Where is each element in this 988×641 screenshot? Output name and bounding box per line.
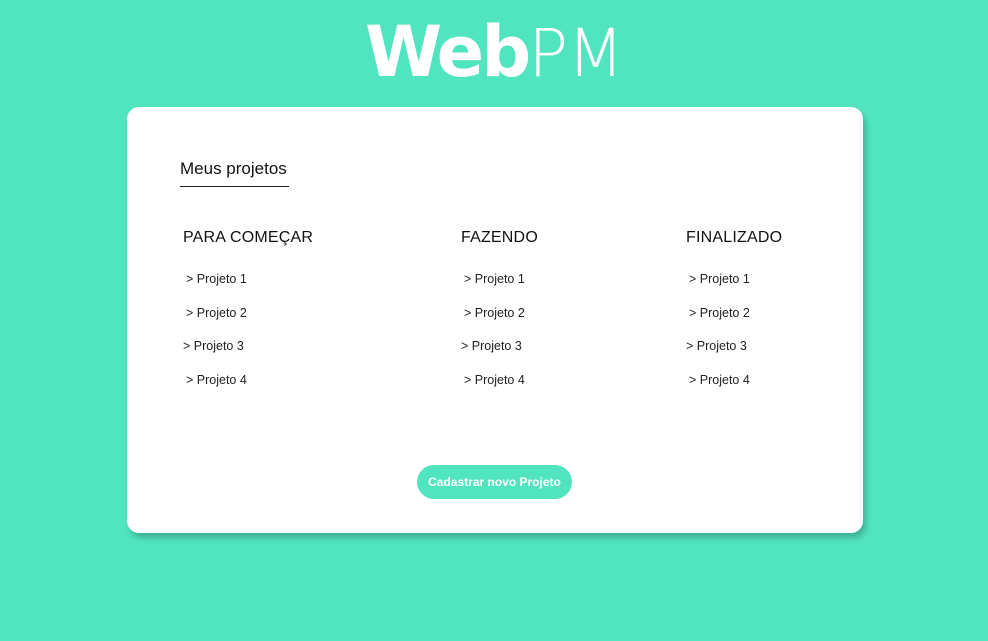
- project-item[interactable]: > Projeto 3: [183, 337, 313, 371]
- app-logo: WebPM: [0, 10, 988, 94]
- logo-light-text: PM: [528, 15, 624, 92]
- project-item[interactable]: > Projeto 4: [183, 371, 313, 405]
- section-title: Meus projetos: [180, 159, 289, 187]
- column-finished: FINALIZADO > Projeto 1 > Projeto 2 > Pro…: [686, 229, 782, 404]
- project-item[interactable]: > Projeto 2: [686, 304, 782, 338]
- project-item[interactable]: > Projeto 3: [686, 337, 782, 371]
- column-to-start: PARA COMEÇAR > Projeto 1 > Projeto 2 > P…: [183, 229, 313, 404]
- project-item[interactable]: > Projeto 4: [461, 371, 538, 405]
- project-item[interactable]: > Projeto 1: [461, 270, 538, 304]
- project-item[interactable]: > Projeto 2: [461, 304, 538, 338]
- column-heading: FAZENDO: [461, 229, 538, 246]
- project-list: > Projeto 1 > Projeto 2 > Projeto 3 > Pr…: [183, 270, 313, 404]
- project-item[interactable]: > Projeto 1: [686, 270, 782, 304]
- add-project-button[interactable]: Cadastrar novo Projeto: [417, 465, 572, 499]
- column-doing: FAZENDO > Projeto 1 > Projeto 2 > Projet…: [461, 229, 538, 404]
- project-list: > Projeto 1 > Projeto 2 > Projeto 3 > Pr…: [686, 270, 782, 404]
- project-item[interactable]: > Projeto 2: [183, 304, 313, 338]
- project-item[interactable]: > Projeto 4: [686, 371, 782, 405]
- projects-card: Meus projetos PARA COMEÇAR > Projeto 1 >…: [127, 107, 863, 533]
- column-heading: PARA COMEÇAR: [183, 229, 314, 246]
- project-item[interactable]: > Projeto 3: [461, 337, 538, 371]
- column-heading: FINALIZADO: [686, 229, 783, 246]
- project-list: > Projeto 1 > Projeto 2 > Projeto 3 > Pr…: [461, 270, 538, 404]
- logo-bold-text: Web: [364, 11, 531, 93]
- project-item[interactable]: > Projeto 1: [183, 270, 313, 304]
